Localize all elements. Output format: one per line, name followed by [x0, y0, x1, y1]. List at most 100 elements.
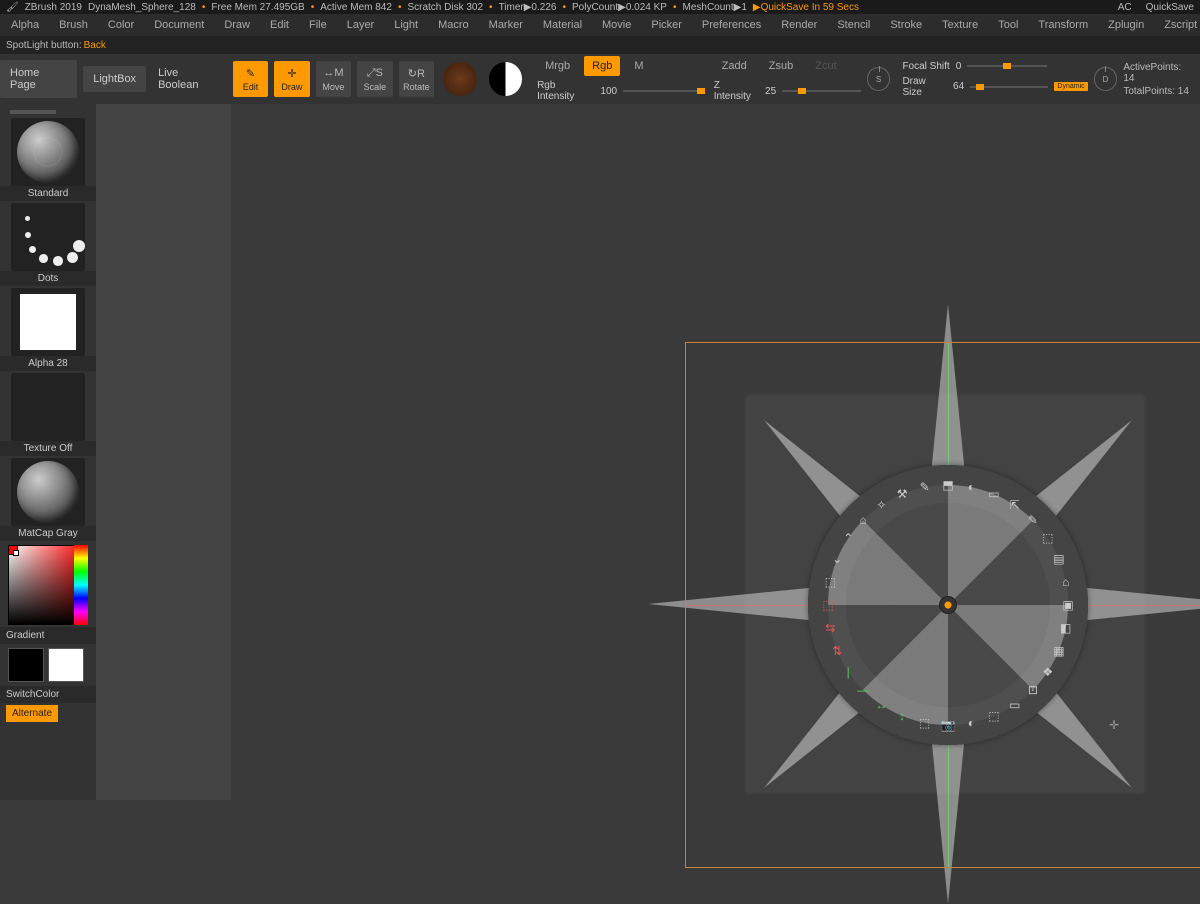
material-swatch[interactable]: MatCap Gray [0, 458, 96, 541]
color-marker[interactable] [13, 550, 19, 556]
ring-icon-9[interactable]: ◧ [1058, 620, 1074, 636]
menu-stencil[interactable]: Stencil [828, 15, 879, 35]
switch-color-black[interactable] [8, 648, 44, 682]
texture-swatch[interactable]: Texture Off [0, 373, 96, 456]
menu-layer[interactable]: Layer [338, 15, 384, 35]
ring-icon-5[interactable]: ⬚ [1040, 530, 1056, 546]
zsub-chip[interactable]: Zsub [761, 56, 801, 76]
ring-icon-30[interactable]: ⚒ [894, 486, 910, 502]
spotlight-hub[interactable] [939, 596, 957, 614]
home-page-button[interactable]: Home Page [0, 60, 77, 98]
menu-marker[interactable]: Marker [480, 15, 532, 35]
stroke-swatch[interactable]: Dots [0, 203, 96, 286]
switch-color-label[interactable]: SwitchColor [0, 686, 96, 703]
s-knob[interactable]: S [867, 67, 891, 91]
menu-stroke[interactable]: Stroke [881, 15, 931, 35]
menu-preferences[interactable]: Preferences [693, 15, 770, 35]
ring-icon-10[interactable]: ▦ [1051, 643, 1067, 659]
ring-icon-20[interactable]: — [855, 682, 871, 698]
draw-size-slider[interactable] [970, 86, 1048, 88]
scroll-hint[interactable] [10, 110, 56, 114]
scratch-disk: Scratch Disk 302 [407, 2, 483, 13]
document[interactable]: ⬒◐▭⇱✎⬚▤⌂▣◧▦❖⊡▭⬚◐📷⬚↕↔—|⇅⇆⬚⬚⌄⌃⌂✧⚒✎ ✛ [231, 104, 1200, 800]
menu-movie[interactable]: Movie [593, 15, 640, 35]
scale-gizmo[interactable]: ⤢SScale [357, 61, 392, 97]
total-points: TotalPoints: 14 [1123, 86, 1194, 97]
menu-material[interactable]: Material [534, 15, 591, 35]
hue-strip[interactable] [74, 545, 88, 625]
m-chip[interactable]: M [626, 56, 651, 76]
ring-icon-26[interactable]: ⌄ [829, 551, 845, 567]
ring-icon-2[interactable]: ▭ [986, 486, 1002, 502]
move-gizmo[interactable]: ↔MMove [316, 61, 351, 97]
switch-color-white[interactable] [48, 648, 84, 682]
ring-icon-1[interactable]: ◐ [963, 479, 979, 495]
rotate-gizmo[interactable]: ↻RRotate [399, 61, 434, 97]
lightbox-button[interactable]: LightBox [83, 66, 146, 92]
menu-macro[interactable]: Macro [429, 15, 478, 35]
gradient-label[interactable]: Gradient [0, 627, 96, 644]
ac-label[interactable]: AC [1118, 2, 1132, 13]
menu-tool[interactable]: Tool [989, 15, 1027, 35]
ring-icon-31[interactable]: ✎ [917, 479, 933, 495]
menu-picker[interactable]: Picker [642, 15, 691, 35]
ring-icon-7[interactable]: ⌂ [1058, 574, 1074, 590]
menu-zscript[interactable]: Zscript [1155, 15, 1200, 35]
quicksave-button[interactable]: QuickSave [1146, 2, 1194, 13]
ring-icon-8[interactable]: ▣ [1060, 597, 1076, 613]
ring-icon-28[interactable]: ⌂ [855, 512, 871, 528]
ring-icon-24[interactable]: ⬚ [820, 597, 836, 613]
dynamic-chip[interactable]: Dynamic [1054, 82, 1087, 91]
canvas[interactable]: ⬒◐▭⇱✎⬚▤⌂▣◧▦❖⊡▭⬚◐📷⬚↕↔—|⇅⇆⬚⬚⌄⌃⌂✧⚒✎ ✛ [96, 104, 1200, 800]
zadd-chip[interactable]: Zadd [714, 56, 755, 76]
ring-icon-14[interactable]: ⬚ [986, 708, 1002, 724]
menu-edit[interactable]: Edit [261, 15, 298, 35]
ring-icon-17[interactable]: ⬚ [917, 715, 933, 731]
ring-icon-11[interactable]: ❖ [1040, 664, 1056, 680]
ring-icon-23[interactable]: ⇆ [822, 620, 838, 636]
menu-file[interactable]: File [300, 15, 336, 35]
menu-brush[interactable]: Brush [50, 15, 97, 35]
menu-document[interactable]: Document [145, 15, 213, 35]
ring-icon-0[interactable]: ⬒ [940, 477, 956, 493]
ring-icon-4[interactable]: ✎ [1025, 512, 1041, 528]
menu-texture[interactable]: Texture [933, 15, 987, 35]
brush-swatch[interactable]: Standard [0, 118, 96, 201]
ring-icon-6[interactable]: ▤ [1051, 551, 1067, 567]
ring-icon-25[interactable]: ⬚ [822, 574, 838, 590]
d-knob[interactable]: D [1094, 67, 1118, 91]
ring-icon-12[interactable]: ⊡ [1025, 682, 1041, 698]
menu-transform[interactable]: Transform [1029, 15, 1097, 35]
z-intensity-slider[interactable] [782, 90, 861, 92]
ring-icon-19[interactable]: ↔ [873, 697, 889, 713]
ring-icon-3[interactable]: ⇱ [1007, 497, 1023, 513]
ring-icon-15[interactable]: ◐ [963, 715, 979, 731]
menu-draw[interactable]: Draw [215, 15, 259, 35]
ring-icon-13[interactable]: ▭ [1007, 697, 1023, 713]
menu-render[interactable]: Render [772, 15, 826, 35]
zcut-chip[interactable]: Zcut [807, 56, 844, 76]
ring-icon-21[interactable]: | [840, 664, 856, 680]
ring-icon-16[interactable]: 📷 [940, 717, 956, 733]
focal-shift-slider[interactable] [967, 65, 1047, 67]
edit-gizmo[interactable]: ✎Edit [233, 61, 268, 97]
ring-icon-22[interactable]: ⇅ [829, 643, 845, 659]
color-picker[interactable] [8, 545, 88, 625]
z-intensity-value: 25 [765, 86, 776, 97]
bw-orb[interactable] [489, 62, 523, 96]
menu-alpha[interactable]: Alpha [2, 15, 48, 35]
rgb-chip[interactable]: Rgb [584, 56, 620, 76]
ring-icon-18[interactable]: ↕ [894, 708, 910, 724]
live-boolean-button[interactable]: Live Boolean [158, 67, 221, 91]
menu-color[interactable]: Color [99, 15, 143, 35]
sphere-orb[interactable] [443, 62, 477, 96]
draw-gizmo[interactable]: ✛Draw [274, 61, 309, 97]
menu-zplugin[interactable]: Zplugin [1099, 15, 1153, 35]
mrgb-chip[interactable]: Mrgb [537, 56, 578, 76]
alternate-button[interactable]: Alternate [6, 705, 58, 722]
ring-icon-27[interactable]: ⌃ [840, 530, 856, 546]
menu-light[interactable]: Light [385, 15, 427, 35]
ring-icon-29[interactable]: ✧ [873, 497, 889, 513]
rgb-intensity-slider[interactable] [623, 90, 702, 92]
alpha-swatch[interactable]: Alpha 28 [0, 288, 96, 371]
